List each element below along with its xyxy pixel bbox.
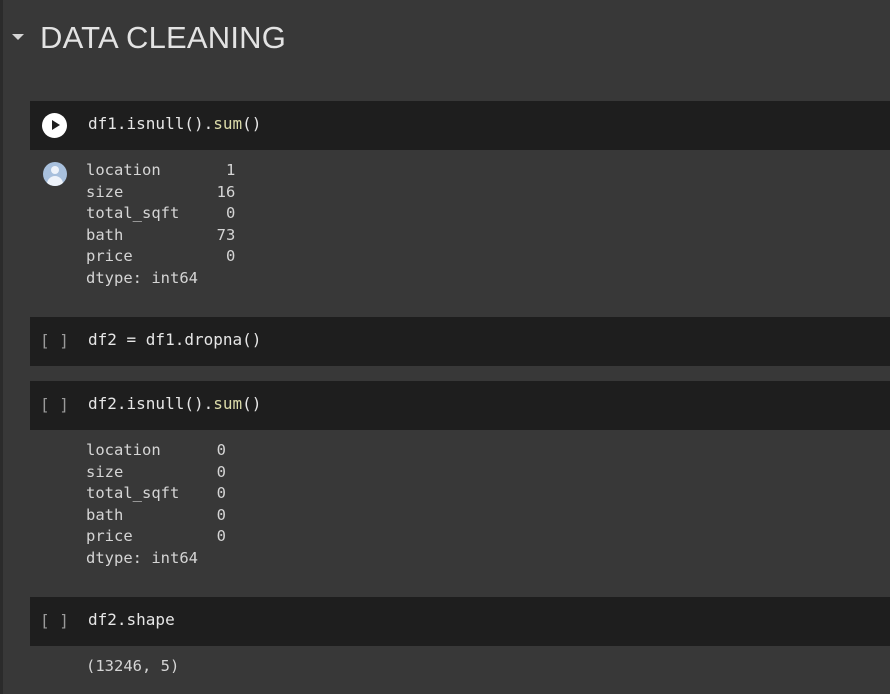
run-cell-button[interactable] <box>42 113 67 138</box>
code-token: df2.shape <box>88 610 175 629</box>
cell-code[interactable]: df2.shape <box>88 610 175 629</box>
code-token: sum <box>213 394 243 413</box>
code-editor[interactable]: [ ] df2 = df1.dropna() <box>30 317 890 366</box>
section-header[interactable]: DATA CLEANING <box>0 14 890 64</box>
execution-count[interactable]: [ ] <box>40 395 69 414</box>
run-area[interactable]: [ ] <box>30 317 80 366</box>
code-cell[interactable]: [ ] df2.isnull().sum() location 0 size 0… <box>30 381 890 590</box>
execution-count[interactable]: [ ] <box>40 331 69 350</box>
output-text: (13246, 5) <box>86 657 180 675</box>
cell-code[interactable]: df1.isnull().sum() <box>88 114 261 133</box>
run-area[interactable]: [ ] <box>30 381 80 430</box>
output-text: location 0 size 0 total_sqft 0 bath 0 pr… <box>86 441 226 567</box>
output-text: location 1 size 16 total_sqft 0 bath 73 … <box>86 161 236 287</box>
section-title: DATA CLEANING <box>40 20 287 55</box>
code-token: df2 = df1.dropna() <box>88 330 262 349</box>
execution-count[interactable]: [ ] <box>40 611 69 630</box>
cell-code[interactable]: df2.isnull().sum() <box>88 394 261 413</box>
cell-output: location 0 size 0 total_sqft 0 bath 0 pr… <box>30 430 890 590</box>
code-editor[interactable]: [ ] df2.isnull().sum() <box>30 381 890 430</box>
output-avatar-icon[interactable] <box>43 162 67 186</box>
code-editor[interactable]: [ ] df2.shape <box>30 597 890 646</box>
code-token: df1.isnull(). <box>88 114 214 133</box>
cell-output: (13246, 5) <box>30 646 890 694</box>
code-token: df2.isnull(). <box>88 394 214 413</box>
code-cell[interactable]: [ ] df2.shape (13246, 5) <box>30 597 890 694</box>
run-area[interactable] <box>30 101 80 150</box>
cell-output: location 1 size 16 total_sqft 0 bath 73 … <box>30 150 890 310</box>
run-area[interactable]: [ ] <box>30 597 80 646</box>
code-cell[interactable]: [ ] df2 = df1.dropna() <box>30 317 890 366</box>
left-gutter <box>0 0 3 694</box>
play-icon <box>52 120 60 130</box>
code-token: () <box>242 394 262 413</box>
collapse-arrow-icon[interactable] <box>12 34 24 40</box>
cell-code[interactable]: df2 = df1.dropna() <box>88 330 261 349</box>
code-cell[interactable]: df1.isnull().sum() location 1 size 16 to… <box>30 101 890 310</box>
code-editor[interactable]: df1.isnull().sum() <box>30 101 890 150</box>
code-token: () <box>242 114 262 133</box>
code-token: sum <box>213 114 243 133</box>
